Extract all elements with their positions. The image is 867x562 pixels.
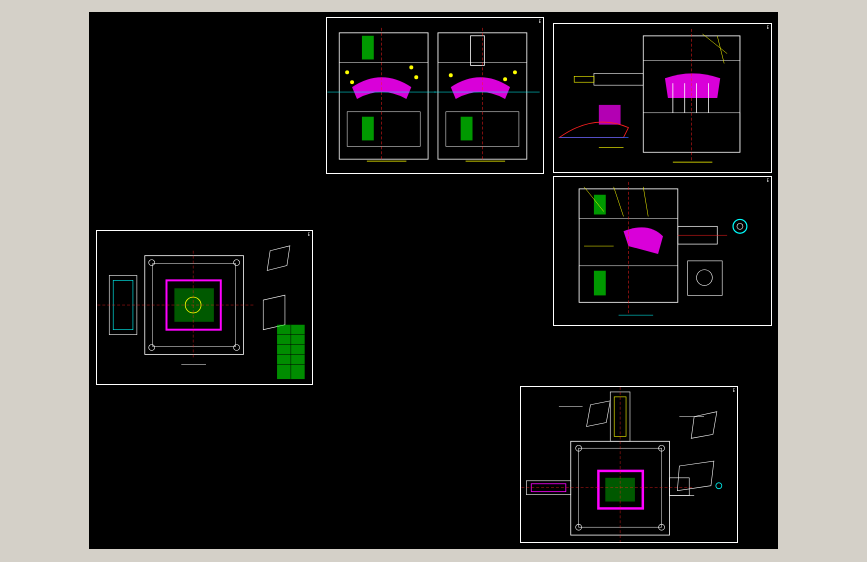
mold-plan-drawing xyxy=(97,245,305,380)
sheet-assembly-plan[interactable]: E xyxy=(520,386,738,543)
assembly-plan-drawing xyxy=(521,387,723,542)
cross-section-drawing xyxy=(578,181,748,316)
section-views-drawing xyxy=(327,27,540,162)
drawing-canvas[interactable]: E E E E E xyxy=(89,12,778,549)
sheet-side-core-view[interactable]: E xyxy=(553,23,772,173)
sheet-mold-plan[interactable]: E xyxy=(96,230,313,385)
sheet-section-views[interactable]: E xyxy=(326,17,544,174)
side-core-drawing xyxy=(558,28,741,163)
sheet-cross-section[interactable]: E xyxy=(553,176,772,326)
